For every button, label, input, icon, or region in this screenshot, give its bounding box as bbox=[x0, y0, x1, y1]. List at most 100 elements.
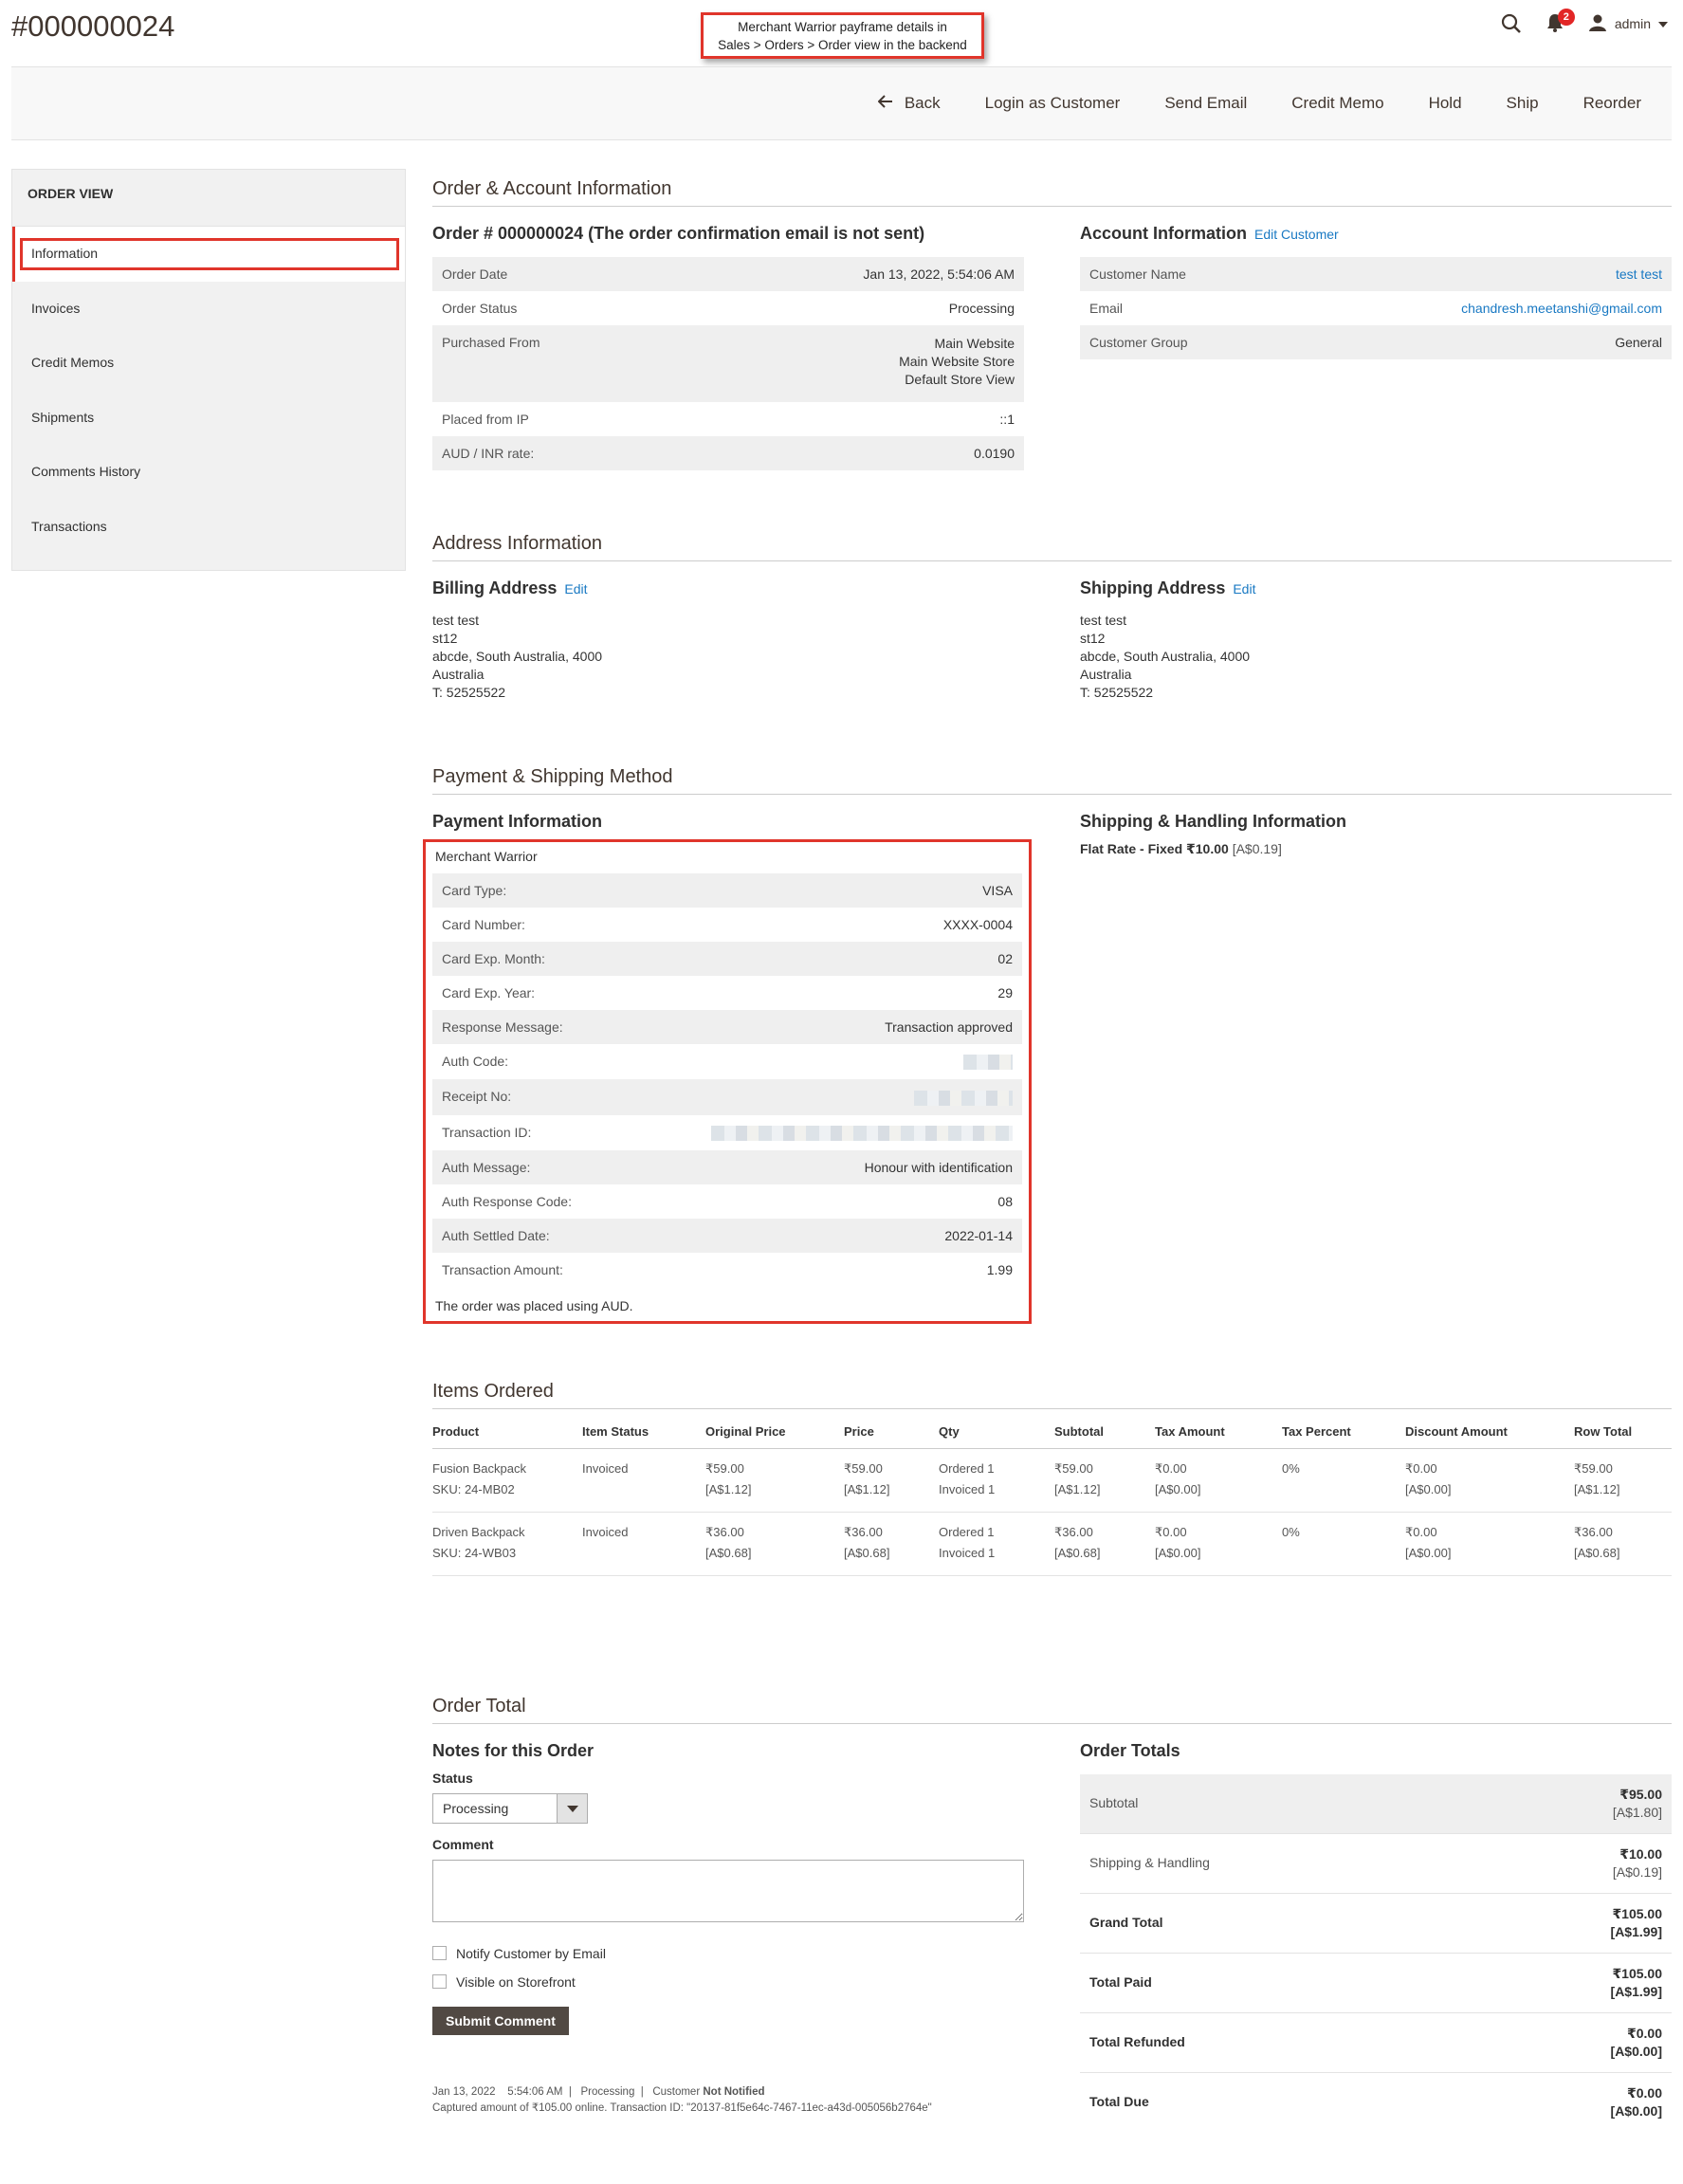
price-inr: ₹36.00 bbox=[844, 1524, 883, 1539]
edit-shipping-link[interactable]: Edit bbox=[1233, 581, 1255, 596]
totals-inr: ₹10.00 bbox=[1619, 1845, 1662, 1862]
customer-email-link[interactable]: chandresh.meetanshi@gmail.com bbox=[1461, 301, 1662, 316]
row-value: XXXX-0004 bbox=[942, 917, 1013, 932]
payment-details-highlight: Merchant Warrior Card Type: VISA Card Num… bbox=[423, 839, 1032, 1324]
edit-billing-link[interactable]: Edit bbox=[564, 581, 587, 596]
reorder-button[interactable]: Reorder bbox=[1583, 94, 1641, 113]
cell-row-total: ₹59.00 [A$1.12] bbox=[1574, 1448, 1672, 1513]
credit-memo-button[interactable]: Credit Memo bbox=[1291, 94, 1383, 113]
visible-on-storefront-checkbox[interactable]: Visible on Storefront bbox=[432, 1974, 1024, 1990]
column-header: Subtotal bbox=[1054, 1414, 1155, 1449]
price-inr: ₹0.00 bbox=[1155, 1460, 1187, 1476]
totals-label: Grand Total bbox=[1080, 1893, 1473, 1954]
totals-value: ₹95.00 [A$1.80] bbox=[1473, 1773, 1672, 1834]
admin-label: admin bbox=[1614, 16, 1651, 31]
user-icon bbox=[1588, 13, 1607, 35]
address-line: st12 bbox=[1080, 631, 1106, 646]
account-title-text: Account Information bbox=[1080, 224, 1247, 243]
product-name: Driven Backpack bbox=[432, 1524, 525, 1539]
totals-aud: [A$1.99] bbox=[1610, 1923, 1662, 1939]
back-button-label: Back bbox=[904, 94, 941, 112]
hold-button[interactable]: Hold bbox=[1429, 94, 1462, 113]
notify-customer-checkbox[interactable]: Notify Customer by Email bbox=[432, 1946, 1024, 1961]
row-label: Customer Name bbox=[1080, 257, 1286, 291]
row-value: Main Website Main Website Store Default … bbox=[673, 325, 1024, 402]
price-inr: ₹59.00 bbox=[1054, 1460, 1093, 1476]
payment-row: Auth Message: Honour with identification bbox=[432, 1149, 1022, 1184]
totals-value: ₹0.00 [A$0.00] bbox=[1473, 2072, 1672, 2132]
price-inr: ₹36.00 bbox=[1054, 1524, 1093, 1539]
arrow-left-icon bbox=[877, 94, 893, 113]
section-title-order-account: Order & Account Information bbox=[432, 169, 1672, 207]
sidebar-item-transactions[interactable]: Transactions bbox=[12, 500, 405, 555]
address-line: test test bbox=[432, 613, 480, 628]
row-label: Card Exp. Month: bbox=[432, 942, 620, 976]
comment-textarea[interactable] bbox=[432, 1859, 1024, 1922]
row-label: Purchased From bbox=[432, 325, 674, 402]
order-notes-column: Notes for this Order Status Processing C… bbox=[432, 1741, 1024, 2132]
column-header: Tax Percent bbox=[1282, 1414, 1405, 1449]
totals-row: Grand Total ₹105.00 [A$1.99] bbox=[1080, 1893, 1672, 1954]
order-row: AUD / INR rate: 0.0190 bbox=[432, 436, 1024, 470]
price-aud: [A$0.68] bbox=[1054, 1545, 1101, 1560]
submit-comment-button[interactable]: Submit Comment bbox=[432, 2006, 569, 2035]
back-button[interactable]: Back bbox=[877, 94, 941, 113]
shipping-info-column: Shipping & Handling Information Flat Rat… bbox=[1080, 812, 1672, 1324]
row-label: Auth Message: bbox=[432, 1149, 620, 1184]
sidebar-item-invoices[interactable]: Invoices bbox=[12, 282, 405, 337]
qty-ordered: Ordered 1 bbox=[939, 1524, 995, 1539]
address-line: abcde, South Australia, 4000 bbox=[432, 649, 603, 664]
column-header: Product bbox=[432, 1414, 582, 1449]
customer-name-link[interactable]: test test bbox=[1616, 266, 1662, 282]
sidebar-item-comments-history[interactable]: Comments History bbox=[12, 445, 405, 500]
page-actions-bar: Back Login as Customer Send Email Credit… bbox=[11, 66, 1672, 140]
shipping-address-column: Shipping Address Edit test test st12 abcd… bbox=[1080, 578, 1672, 702]
billing-address: test test st12 abcde, South Australia, 4… bbox=[432, 612, 1024, 702]
order-currency-note: The order was placed using AUD. bbox=[435, 1297, 633, 1313]
shipping-title-text: Shipping Address bbox=[1080, 578, 1226, 597]
column-header: Qty bbox=[939, 1414, 1054, 1449]
ship-button[interactable]: Ship bbox=[1507, 94, 1539, 113]
column-header: Tax Amount bbox=[1155, 1414, 1282, 1449]
qty-invoiced: Invoiced 1 bbox=[939, 1481, 996, 1496]
search-icon[interactable] bbox=[1501, 13, 1522, 34]
row-value: 2022-01-14 bbox=[619, 1218, 1022, 1253]
payment-row: Response Message: Transaction approved bbox=[432, 1010, 1022, 1044]
totals-value: ₹10.00 [A$0.19] bbox=[1473, 1833, 1672, 1894]
shipping-method: Flat Rate - Fixed ₹10.00 [A$0.19] bbox=[1080, 841, 1672, 857]
row-label: Card Number: bbox=[442, 917, 525, 932]
price-aud: [A$0.00] bbox=[1405, 1481, 1452, 1496]
totals-label: Total Paid bbox=[1080, 1953, 1473, 2013]
order-row: Order Status Processing bbox=[432, 291, 1024, 325]
row-label: AUD / INR rate: bbox=[432, 436, 674, 470]
column-header: Item Status bbox=[582, 1414, 705, 1449]
account-title: Account Information Edit Customer bbox=[1080, 224, 1672, 244]
billing-address-title: Billing Address Edit bbox=[432, 578, 1024, 598]
sidebar-item-information[interactable]: Information bbox=[12, 227, 405, 282]
section-title-order-total: Order Total bbox=[432, 1686, 1672, 1724]
send-email-button[interactable]: Send Email bbox=[1164, 94, 1247, 113]
totals-value: ₹0.00 [A$0.00] bbox=[1473, 2012, 1672, 2073]
row-label: Placed from IP bbox=[442, 412, 529, 427]
column-header: Price bbox=[844, 1414, 939, 1449]
row-value: General bbox=[1285, 325, 1672, 359]
edit-customer-link[interactable]: Edit Customer bbox=[1254, 227, 1339, 242]
account-info-table: Customer Name test test Email chandresh.me… bbox=[1080, 257, 1672, 359]
annotation-callout: Merchant Warrior payframe details in Sal… bbox=[701, 12, 984, 59]
price-inr: ₹36.00 bbox=[705, 1524, 744, 1539]
sidebar-item-shipments[interactable]: Shipments bbox=[12, 391, 405, 446]
status-select[interactable]: Processing bbox=[432, 1792, 588, 1824]
cell-tax-percent: 0% bbox=[1282, 1448, 1405, 1513]
history-note: Captured amount of ₹105.00 online. Trans… bbox=[432, 2101, 932, 2114]
login-as-customer-button[interactable]: Login as Customer bbox=[985, 94, 1121, 113]
sidebar-item-credit-memos[interactable]: Credit Memos bbox=[12, 336, 405, 391]
table-row: Fusion Backpack SKU: 24-MB02 Invoiced ₹59… bbox=[432, 1448, 1672, 1513]
notification-count-badge: 2 bbox=[1557, 8, 1575, 26]
admin-user-menu[interactable]: admin bbox=[1588, 13, 1668, 35]
row-label: Response Message: bbox=[432, 1010, 620, 1044]
totals-label: Subtotal bbox=[1080, 1773, 1473, 1834]
payment-row: Auth Code: bbox=[432, 1044, 1022, 1079]
totals-aud: [A$0.00] bbox=[1610, 2102, 1662, 2119]
cell-product: Fusion Backpack SKU: 24-MB02 bbox=[432, 1448, 582, 1513]
notifications-button[interactable]: 2 bbox=[1546, 8, 1575, 35]
